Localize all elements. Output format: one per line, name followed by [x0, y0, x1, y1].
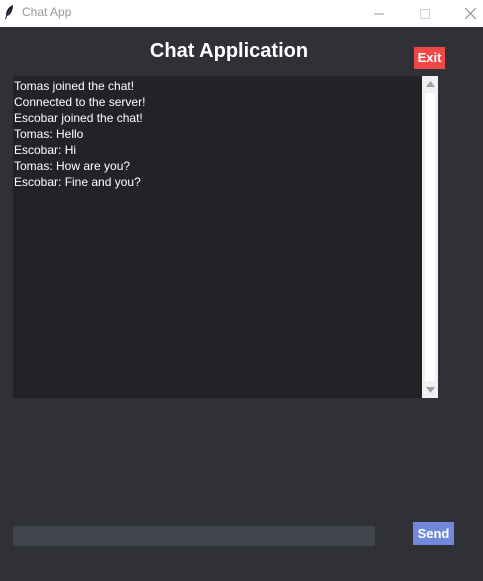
- chat-log[interactable]: Tomas joined the chat! Connected to the …: [13, 76, 422, 398]
- scroll-thumb[interactable]: [425, 93, 435, 381]
- feather-icon: [3, 4, 15, 20]
- minimize-icon: [374, 13, 384, 14]
- maximize-button[interactable]: [402, 0, 448, 27]
- chat-message: Connected to the server!: [14, 95, 146, 109]
- chat-message: Tomas: Hello: [14, 127, 84, 141]
- chat-message: Tomas joined the chat!: [14, 79, 135, 93]
- maximize-icon: [420, 8, 430, 19]
- window-titlebar[interactable]: Chat App: [0, 0, 483, 27]
- message-input[interactable]: [13, 526, 375, 546]
- send-button[interactable]: Send: [413, 522, 454, 545]
- triangle-up-icon: [425, 81, 435, 87]
- chat-scrollbar[interactable]: [422, 76, 438, 398]
- scroll-up-button[interactable]: [422, 76, 438, 92]
- close-button[interactable]: [447, 0, 483, 27]
- chat-message: Escobar: Fine and you?: [14, 175, 141, 189]
- minimize-button[interactable]: [356, 0, 402, 27]
- chat-message: Tomas: How are you?: [14, 159, 131, 173]
- exit-button[interactable]: Exit: [414, 47, 445, 69]
- chat-message: Escobar joined the chat!: [14, 111, 143, 125]
- close-icon: [464, 8, 476, 19]
- scroll-down-button[interactable]: [422, 382, 438, 398]
- app-window: Chat Application Exit Tomas joined the c…: [0, 27, 483, 581]
- chat-message: Escobar: Hi: [14, 143, 77, 157]
- app-title: Chat Application: [149, 40, 309, 62]
- window-title: Chat App: [22, 5, 72, 19]
- triangle-down-icon: [425, 387, 435, 393]
